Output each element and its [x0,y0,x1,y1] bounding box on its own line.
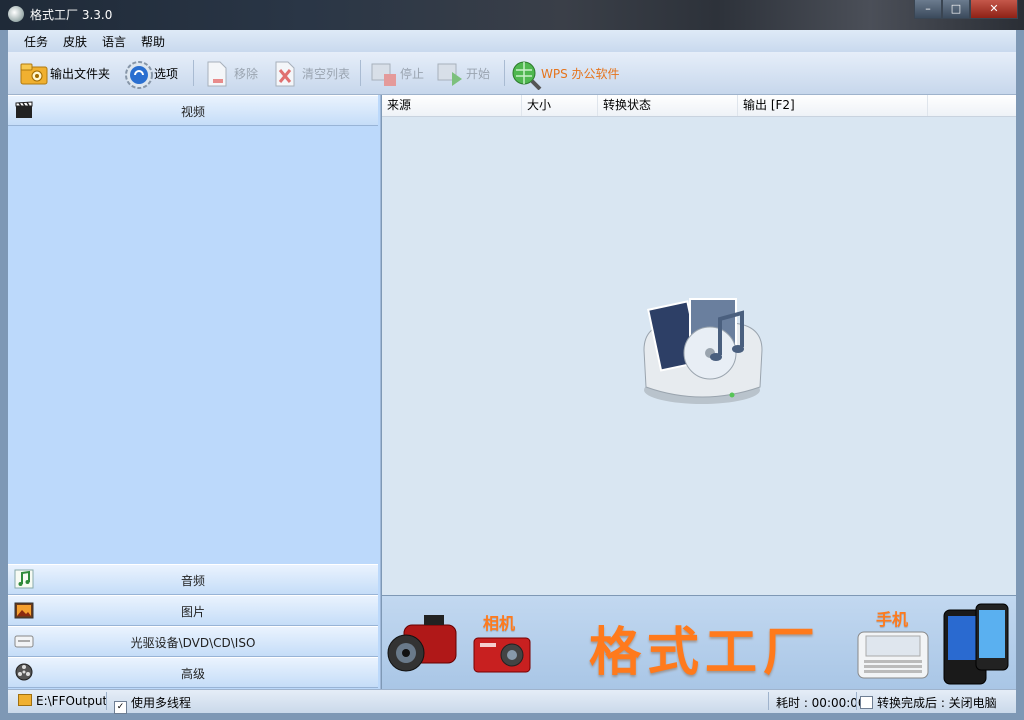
start-icon [436,60,462,86]
minimize-button[interactable]: – [914,0,942,19]
shutdown-after-checkbox[interactable] [860,696,873,709]
menu-bar: 任务 皮肤 语言 帮助 [8,30,1016,52]
category-advanced[interactable]: 高级 [8,657,378,688]
remove-label: 移除 [234,66,259,81]
phone-label: 手机 [876,610,909,629]
category-video-label: 视频 [180,105,205,119]
format-factory-logo [632,295,772,410]
start-button[interactable]: 开始 [436,58,490,88]
clear-list-label: 清空列表 [302,66,351,81]
window-controls: – □ ✕ [914,0,1018,20]
gear-icon [124,60,153,89]
main-window: 格式工厂 3.3.0 – □ ✕ 任务 皮肤 语言 帮助 输出文件夹 选项 移除… [0,0,1024,720]
category-panel: 视频 音频 图片 光驱设备\DVD\CD\ISO 高级 [8,95,381,689]
menu-skin[interactable]: 皮肤 [63,33,87,50]
menu-task[interactable]: 任务 [24,33,48,50]
window-title: 格式工厂 3.3.0 [30,8,113,22]
column-size[interactable]: 大小 [522,95,598,116]
output-folder-status[interactable]: E:\FFOutput [18,694,107,708]
maximize-button[interactable]: □ [942,0,970,19]
banner-title: 格式工厂 [589,622,822,683]
output-folder-button[interactable]: 输出文件夹 [20,58,110,88]
toolbar-separator [360,60,361,86]
wps-button[interactable]: WPS 办公软件 [511,58,620,91]
options-button[interactable]: 选项 [124,58,179,89]
folder-small-icon [18,694,32,706]
category-picture[interactable]: 图片 [8,595,378,626]
output-path: E:\FFOutput [36,694,108,708]
multithread-label: 使用多线程 [131,696,192,710]
status-bar: E:\FFOutput ✓ 使用多线程 耗时 : 00:00:00 转换完成后 :… [8,689,1016,714]
camcorder-icon [384,611,464,684]
toolbar: 输出文件夹 选项 移除 清空列表 停止 开始 WPS 办公软件 [8,52,1016,95]
category-audio[interactable]: 音频 [8,564,378,595]
multithread-toggle[interactable]: ✓ 使用多线程 [114,694,191,714]
stop-icon [370,60,396,86]
promo-banner: 相机 格式工厂 手机 [382,596,1016,689]
stop-label: 停止 [400,66,425,81]
status-separator [768,692,769,710]
folder-icon [20,60,48,86]
remove-button[interactable]: 移除 [204,58,258,88]
menu-language[interactable]: 语言 [102,33,126,50]
category-rom-device[interactable]: 光驱设备\DVD\CD\ISO [8,626,378,657]
multithread-checkbox[interactable]: ✓ [114,701,127,714]
shutdown-after-toggle[interactable]: 转换完成后 : 关闭电脑 [860,694,997,711]
category-picture-label: 图片 [180,605,205,619]
smartphone-icon [942,602,1012,689]
phone-icon [856,628,930,685]
toolbar-separator [504,60,505,86]
task-list-header: 来源 大小 转换状态 输出 [F2] [382,95,1016,117]
column-output[interactable]: 输出 [F2] [738,95,928,116]
status-separator [106,692,107,710]
title-bar[interactable]: 格式工厂 3.3.0 – □ ✕ [0,0,1024,30]
elapsed-time: 耗时 : 00:00:00 [776,696,866,710]
wps-label: WPS 办公软件 [541,66,620,81]
clear-list-button[interactable]: 清空列表 [272,58,350,88]
remove-icon [204,60,230,87]
menu-help[interactable]: 帮助 [141,33,165,50]
category-advanced-label: 高级 [180,667,205,681]
shutdown-after-label: 转换完成后 : 关闭电脑 [877,696,997,710]
camera-icon [472,634,532,679]
task-list-panel[interactable]: 来源 大小 转换状态 输出 [F2] [382,95,1016,595]
camera-label: 相机 [483,614,516,633]
category-rom-label: 光驱设备\DVD\CD\ISO [130,636,256,650]
close-button[interactable]: ✕ [970,0,1018,19]
options-label: 选项 [154,66,179,81]
stop-button[interactable]: 停止 [370,58,424,88]
globe-search-icon [511,60,542,91]
column-status[interactable]: 转换状态 [598,95,738,116]
start-label: 开始 [466,66,491,81]
toolbar-separator [193,60,194,86]
output-folder-label: 输出文件夹 [50,66,111,81]
app-icon[interactable] [8,6,24,22]
column-source[interactable]: 来源 [382,95,522,116]
status-separator [856,692,857,710]
category-audio-label: 音频 [180,574,205,588]
clear-icon [272,60,298,87]
category-video[interactable]: 视频 [8,95,378,126]
